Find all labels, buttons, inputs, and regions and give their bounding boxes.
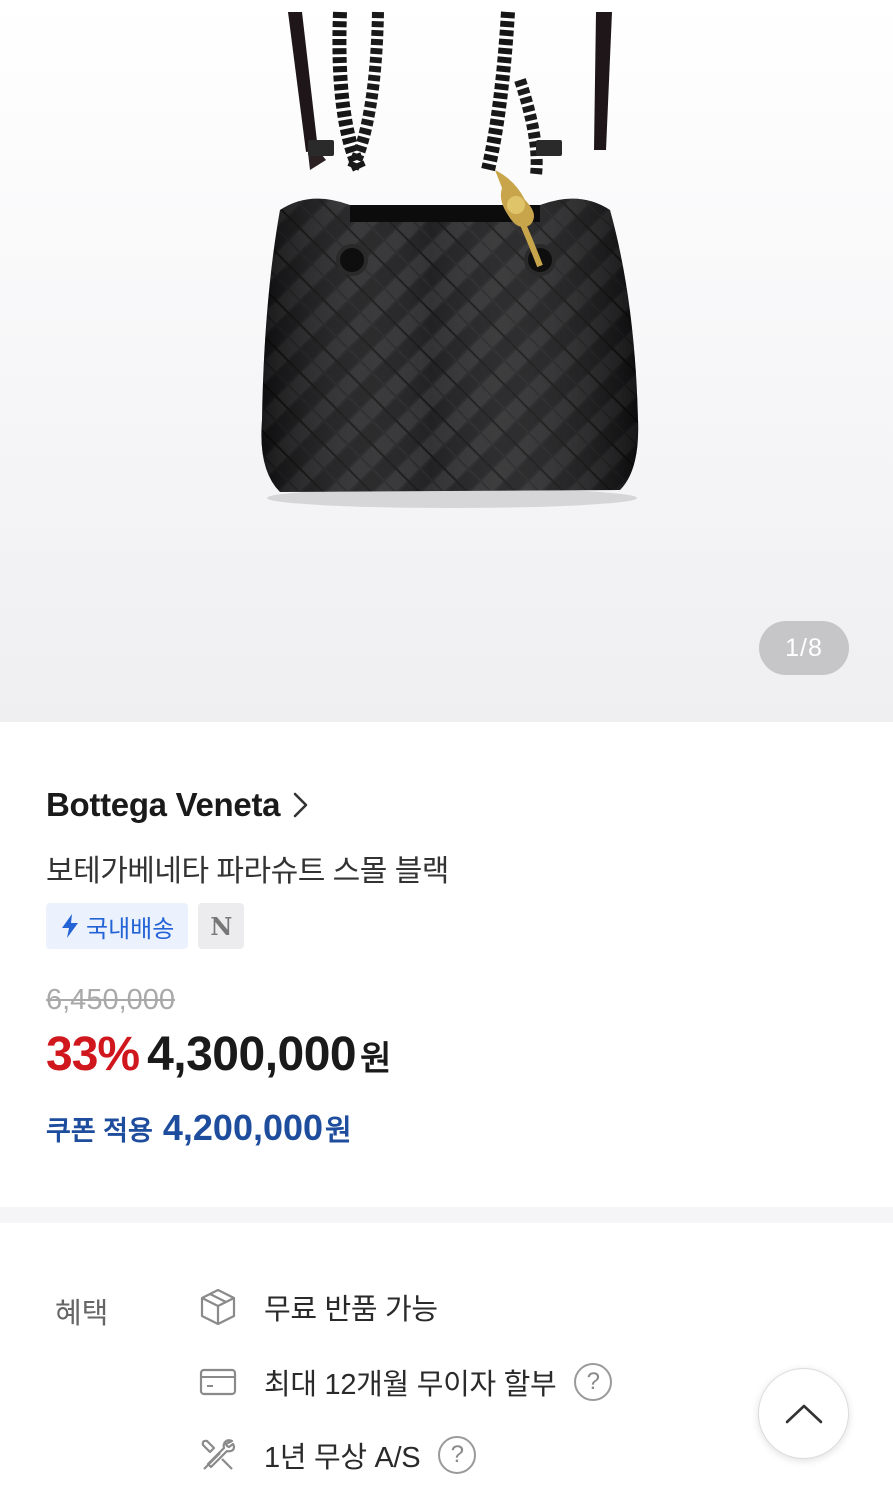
product-title: 보테가베네타 파라슈트 스몰 블랙 [46, 855, 449, 888]
n-badge: N [198, 903, 245, 949]
sale-price: 4,300,000 [147, 1028, 357, 1081]
benefit-item-warranty: 1년 무상 A/S ? [198, 1434, 477, 1476]
coupon-price: 4,200,000 [162, 1107, 324, 1148]
price-row: 33% 4,300,000 원 [46, 1027, 391, 1082]
scroll-to-top-button[interactable] [758, 1368, 849, 1459]
product-image[interactable] [240, 0, 660, 520]
section-divider [0, 1207, 893, 1223]
chevron-right-icon [293, 792, 308, 818]
product-info-section: Bottega Veneta 보테가베네타 파라슈트 스몰 블랙 국내배송 N … [0, 722, 893, 1207]
discount-rate: 33% [46, 1028, 140, 1081]
benefit-text: 최대 12개월 무이자 할부 [264, 1369, 557, 1401]
badge-row: 국내배송 N [46, 903, 245, 949]
help-icon[interactable]: ? [574, 1363, 613, 1401]
benefit-item-installment: 최대 12개월 무이자 할부 ? [198, 1361, 613, 1403]
sale-price-currency: 원 [360, 1040, 392, 1078]
brand-name: Bottega Veneta [46, 786, 281, 823]
benefit-text: 1년 무상 A/S [264, 1442, 421, 1474]
coupon-label: 쿠폰 적용 [46, 1116, 153, 1146]
benefit-item-free-return: 무료 반품 가능 [198, 1286, 438, 1328]
chevron-up-icon [785, 1404, 822, 1423]
benefits-label: 혜택 [55, 1298, 109, 1330]
help-icon[interactable]: ? [438, 1436, 477, 1474]
benefit-text: 무료 반품 가능 [264, 1294, 438, 1326]
brand-link[interactable]: Bottega Veneta [46, 786, 310, 824]
product-image-gallery[interactable]: 1/8 [0, 0, 893, 722]
benefits-section: 혜택 무료 반품 가능 최대 12개월 무이자 할부 ? 1년 무상 A/S ? [0, 1223, 893, 1500]
image-page-indicator: 1/8 [759, 621, 849, 675]
lightning-icon [62, 914, 78, 938]
tools-icon [201, 1439, 236, 1470]
domestic-shipping-label: 국내배송 [86, 915, 175, 943]
card-icon [199, 1368, 237, 1396]
coupon-price-currency: 원 [325, 1115, 352, 1147]
box-icon [200, 1288, 236, 1326]
coupon-price-row: 쿠폰 적용 4,200,000 원 [46, 1107, 352, 1149]
original-price: 6,450,000 [46, 984, 176, 1016]
domestic-shipping-badge: 국내배송 [46, 903, 189, 949]
